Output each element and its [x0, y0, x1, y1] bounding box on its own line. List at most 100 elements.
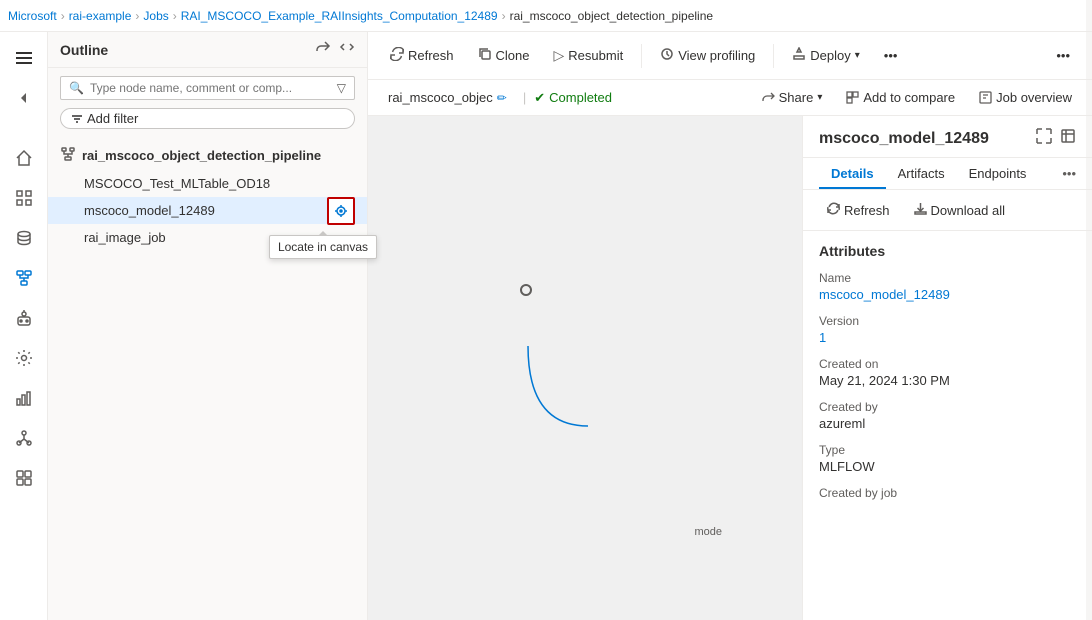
breadcrumb-jobs[interactable]: Jobs — [143, 9, 168, 23]
breadcrumb-pipeline-name: rai_mscoco_object_detection_pipeline — [510, 9, 713, 23]
refresh-label: Refresh — [408, 48, 454, 63]
toolbar-divider — [641, 44, 642, 68]
outline-search-box[interactable]: 🔍 ▽ — [60, 76, 355, 100]
more-options-button[interactable]: ••• — [874, 43, 908, 68]
connector-svg — [368, 116, 802, 620]
resubmit-button[interactable]: ▷ Resubmit — [544, 42, 634, 69]
nav-gear-icon[interactable] — [6, 340, 42, 376]
search-input[interactable] — [90, 81, 331, 95]
outline-panel: Outline 🔍 ▽ Add filter — [48, 32, 368, 620]
nav-home-icon[interactable] — [6, 140, 42, 176]
panel-fullscreen-icon[interactable] — [1060, 128, 1076, 149]
rp-download-all-button[interactable]: Download all — [906, 198, 1013, 222]
view-profiling-button[interactable]: View profiling — [650, 42, 765, 69]
tab-bar: rai_mscoco_objec ✏ | ✔ Completed Share ▾… — [368, 80, 1092, 116]
resubmit-label: Resubmit — [568, 48, 623, 63]
deploy-chevron-icon[interactable]: ▾ — [855, 50, 860, 61]
nav-bottom-icon[interactable] — [6, 460, 42, 496]
view-profiling-label: View profiling — [678, 48, 755, 63]
tab-details[interactable]: Details — [819, 158, 886, 189]
deploy-button[interactable]: Deploy ▾ — [782, 42, 870, 69]
refresh-button[interactable]: Refresh — [380, 42, 464, 69]
attr-label-created-by: Created by — [819, 400, 1076, 414]
attr-row-created-by: Created by azureml — [819, 400, 1076, 431]
nav-robot-icon[interactable] — [6, 300, 42, 336]
outline-share-icon[interactable] — [315, 40, 331, 59]
breadcrumb-job-name[interactable]: RAI_MSCOCO_Example_RAIInsights_Computati… — [181, 9, 498, 23]
far-more-icon: ••• — [1056, 48, 1070, 63]
attr-row-type: Type MLFLOW — [819, 443, 1076, 474]
outline-tree: rai_mscoco_object_detection_pipeline MSC… — [48, 137, 367, 255]
clone-button[interactable]: Clone — [468, 42, 540, 69]
breadcrumb: Microsoft › rai-example › Jobs › RAI_MSC… — [0, 0, 1092, 32]
attr-label-name: Name — [819, 271, 1076, 285]
canvas-area[interactable]: mscoco_model_12489 mscoco_model_12489 v … — [368, 116, 802, 620]
nav-grid-icon[interactable] — [6, 180, 42, 216]
share-chevron[interactable]: ▾ — [817, 92, 822, 103]
content-area: Refresh Clone ▷ Resubmit View profiling — [368, 32, 1092, 620]
deploy-icon — [792, 47, 806, 64]
nav-nodes-icon[interactable] — [6, 420, 42, 456]
rai-image-tree-label: rai_image_job — [84, 230, 166, 245]
right-panel-tabs: Details Artifacts Endpoints ••• — [803, 158, 1092, 190]
tree-item-mltable[interactable]: MSCOCO_Test_MLTable_OD18 — [48, 170, 367, 197]
attr-row-created-by-job: Created by job — [819, 486, 1076, 500]
rp-refresh-label: Refresh — [844, 203, 890, 218]
far-more-button[interactable]: ••• — [1046, 43, 1080, 68]
attr-value-created-by: azureml — [819, 416, 1076, 431]
job-overview-button[interactable]: Job overview — [971, 87, 1080, 108]
tab-endpoints[interactable]: Endpoints — [957, 158, 1039, 189]
icon-sidebar — [0, 32, 48, 620]
attr-value-type: MLFLOW — [819, 459, 1076, 474]
filter-icon[interactable]: ▽ — [337, 81, 346, 95]
menu-toggle-icon[interactable] — [6, 40, 42, 76]
attr-row-version: Version 1 — [819, 314, 1076, 345]
panel-expand-icon[interactable] — [1036, 128, 1052, 149]
outline-header-icons — [315, 40, 355, 59]
profiling-icon — [660, 47, 674, 64]
attr-row-created-on: Created on May 21, 2024 1:30 PM — [819, 357, 1076, 388]
tab-name: rai_mscoco_objec — [388, 90, 493, 105]
toolbar-divider-2 — [773, 44, 774, 68]
breadcrumb-microsoft[interactable]: Microsoft — [8, 9, 57, 23]
attr-label-created-by-job: Created by job — [819, 486, 1076, 500]
add-to-compare-button[interactable]: Add to compare — [838, 87, 963, 108]
nav-data-icon[interactable] — [6, 220, 42, 256]
more-icon: ••• — [884, 48, 898, 63]
nav-chart-icon[interactable] — [6, 380, 42, 416]
clone-icon — [478, 47, 492, 64]
completed-status: ✔ Completed — [534, 90, 612, 106]
model-tree-label: mscoco_model_12489 — [84, 203, 215, 218]
add-filter-button[interactable]: Add filter — [60, 108, 355, 129]
model-text: mode — [694, 526, 722, 538]
tree-item-model[interactable]: mscoco_model_12489 Locate in canvas — [48, 197, 367, 224]
rp-refresh-button[interactable]: Refresh — [819, 198, 898, 222]
locate-in-canvas-button[interactable] — [327, 197, 355, 225]
check-icon: ✔ — [534, 90, 545, 106]
pipeline-tree-icon — [60, 147, 76, 164]
right-panel-tab-more[interactable]: ••• — [1062, 166, 1076, 181]
tree-item-pipeline[interactable]: rai_mscoco_object_detection_pipeline — [48, 141, 367, 170]
attr-value-name[interactable]: mscoco_model_12489 — [819, 287, 1076, 302]
attr-value-created-on: May 21, 2024 1:30 PM — [819, 373, 1076, 388]
outline-title: Outline — [60, 42, 108, 58]
refresh-icon — [390, 47, 404, 64]
status-label: Completed — [549, 90, 612, 105]
nav-back-icon[interactable] — [6, 80, 42, 116]
job-tab[interactable]: rai_mscoco_objec ✏ — [380, 86, 515, 109]
attr-label-created-on: Created on — [819, 357, 1076, 371]
tab-artifacts[interactable]: Artifacts — [886, 158, 957, 189]
rp-refresh-icon — [827, 202, 840, 218]
attributes-heading: Attributes — [819, 243, 1076, 259]
attr-label-type: Type — [819, 443, 1076, 457]
outline-collapse-icon[interactable] — [339, 40, 355, 59]
breadcrumb-rai-example[interactable]: rai-example — [69, 9, 132, 23]
attributes-section: Attributes Name mscoco_model_12489 Versi… — [803, 231, 1092, 620]
attr-value-version: 1 — [819, 330, 1076, 345]
share-button[interactable]: Share ▾ — [754, 87, 831, 108]
tab-edit-icon[interactable]: ✏ — [497, 91, 507, 105]
resubmit-icon: ▷ — [554, 47, 565, 64]
right-panel-toolbar: Refresh Download all — [803, 190, 1092, 231]
attr-row-name: Name mscoco_model_12489 — [819, 271, 1076, 302]
nav-pipeline-icon[interactable] — [6, 260, 42, 296]
